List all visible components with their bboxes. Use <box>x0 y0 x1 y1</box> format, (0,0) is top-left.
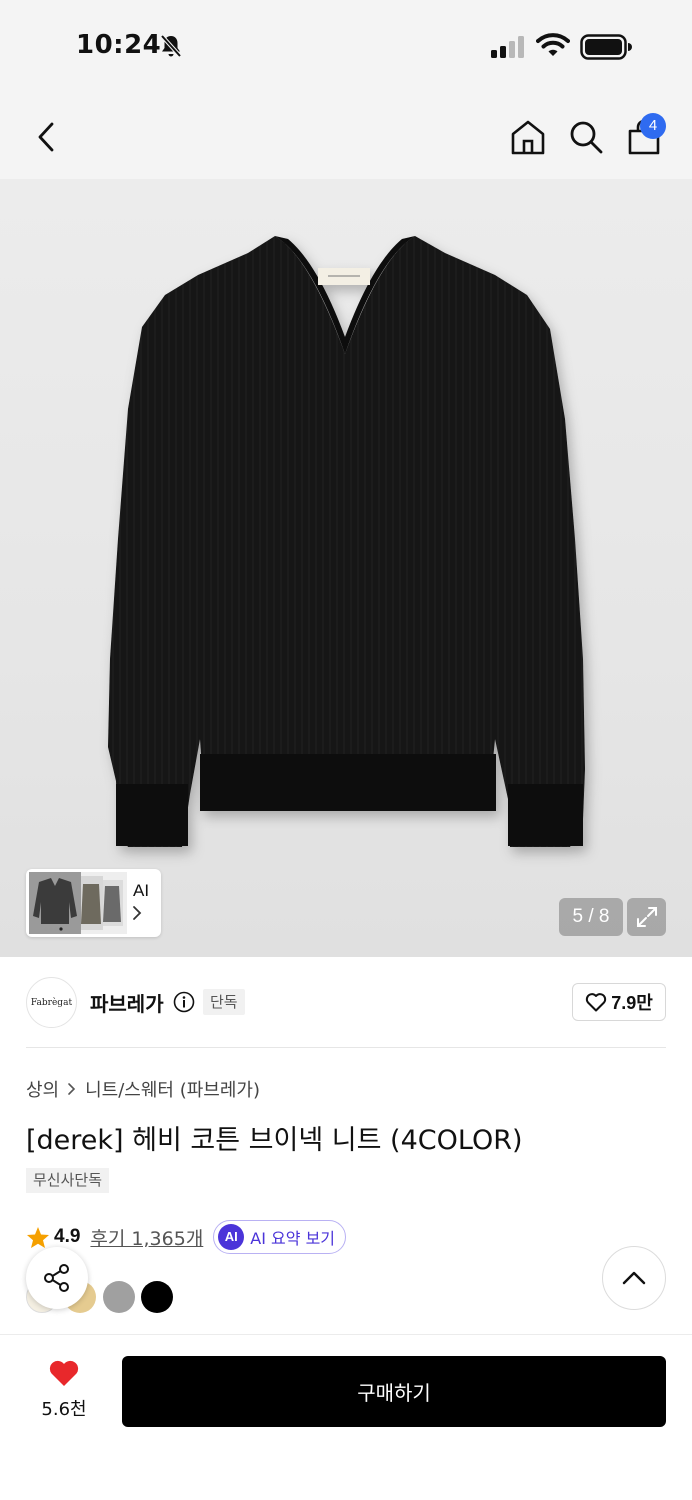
breadcrumb-category[interactable]: 상의 <box>26 1076 59 1102</box>
brand-logo[interactable]: Fabrègat <box>26 977 77 1028</box>
thumbnail-image <box>29 872 127 934</box>
search-icon <box>570 121 603 154</box>
bottom-action-bar: 5.6천 구매하기 <box>0 1334 692 1500</box>
back-icon <box>38 122 54 152</box>
signal-icon <box>491 36 524 58</box>
status-time: 10:24 <box>76 30 162 60</box>
color-swatch-gray[interactable] <box>103 1281 135 1313</box>
ai-summary-button[interactable]: AI AI 요약 보기 <box>213 1220 347 1254</box>
chevron-right-icon <box>68 1083 76 1095</box>
rating-row: 4.9 후기 1,365개 AI AI 요약 보기 <box>26 1220 347 1254</box>
product-photo <box>108 236 585 847</box>
home-icon <box>511 120 545 155</box>
status-bar: 10:24 <box>0 0 692 95</box>
cart-count-badge: 4 <box>640 113 666 139</box>
color-swatch-black[interactable] <box>141 1281 173 1313</box>
bell-slash-icon <box>160 34 182 58</box>
ai-summary-label: AI 요약 보기 <box>250 1229 336 1248</box>
chevron-right-icon <box>133 906 142 920</box>
buy-button[interactable]: 구매하기 <box>122 1356 666 1427</box>
info-icon[interactable] <box>173 991 195 1013</box>
battery-icon <box>580 34 632 60</box>
exclusive-tag: 단독 <box>203 989 245 1015</box>
home-button[interactable] <box>506 115 550 159</box>
brand-like-button[interactable]: 7.9만 <box>572 983 666 1021</box>
ai-styling-thumbnail[interactable]: AI <box>26 869 161 937</box>
star-icon <box>27 1226 49 1248</box>
review-count-link[interactable]: 후기 1,365개 <box>90 1224 203 1251</box>
image-page-indicator: 5 / 8 <box>559 898 623 936</box>
product-image-gallery[interactable]: AI 5 / 8 <box>0 179 692 957</box>
rating-score: 4.9 <box>54 1226 81 1247</box>
brand-name[interactable]: 파브레가 <box>90 988 164 1017</box>
ai-badge-icon: AI <box>218 1224 245 1250</box>
scroll-top-button[interactable] <box>602 1246 666 1310</box>
heart-outline-icon <box>586 993 607 1012</box>
breadcrumb-subcategory[interactable]: 니트/스웨터 (파브레가) <box>85 1076 260 1102</box>
expand-icon <box>636 907 657 927</box>
search-button[interactable] <box>564 115 608 159</box>
product-title: [derek] 헤비 코튼 브이넥 니트 (4COLOR) <box>26 1125 523 1156</box>
wifi-icon <box>536 33 570 56</box>
wishlist-button[interactable]: 5.6천 <box>26 1355 102 1425</box>
wishlist-count: 5.6천 <box>41 1399 87 1420</box>
expand-image-button[interactable] <box>627 898 666 936</box>
heart-filled-icon <box>49 1360 79 1386</box>
divider <box>26 1047 666 1048</box>
brand-like-count: 7.9만 <box>611 993 653 1013</box>
back-button[interactable] <box>28 117 64 157</box>
share-icon <box>44 1264 69 1292</box>
chevron-up-icon <box>622 1271 646 1285</box>
share-button[interactable] <box>26 1247 88 1309</box>
nav-bar <box>0 95 692 179</box>
ai-thumb-label: AI <box>133 881 150 900</box>
musinsa-exclusive-tag: 무신사단독 <box>26 1168 110 1193</box>
breadcrumb: 상의 니트/스웨터 (파브레가) <box>26 1076 260 1102</box>
